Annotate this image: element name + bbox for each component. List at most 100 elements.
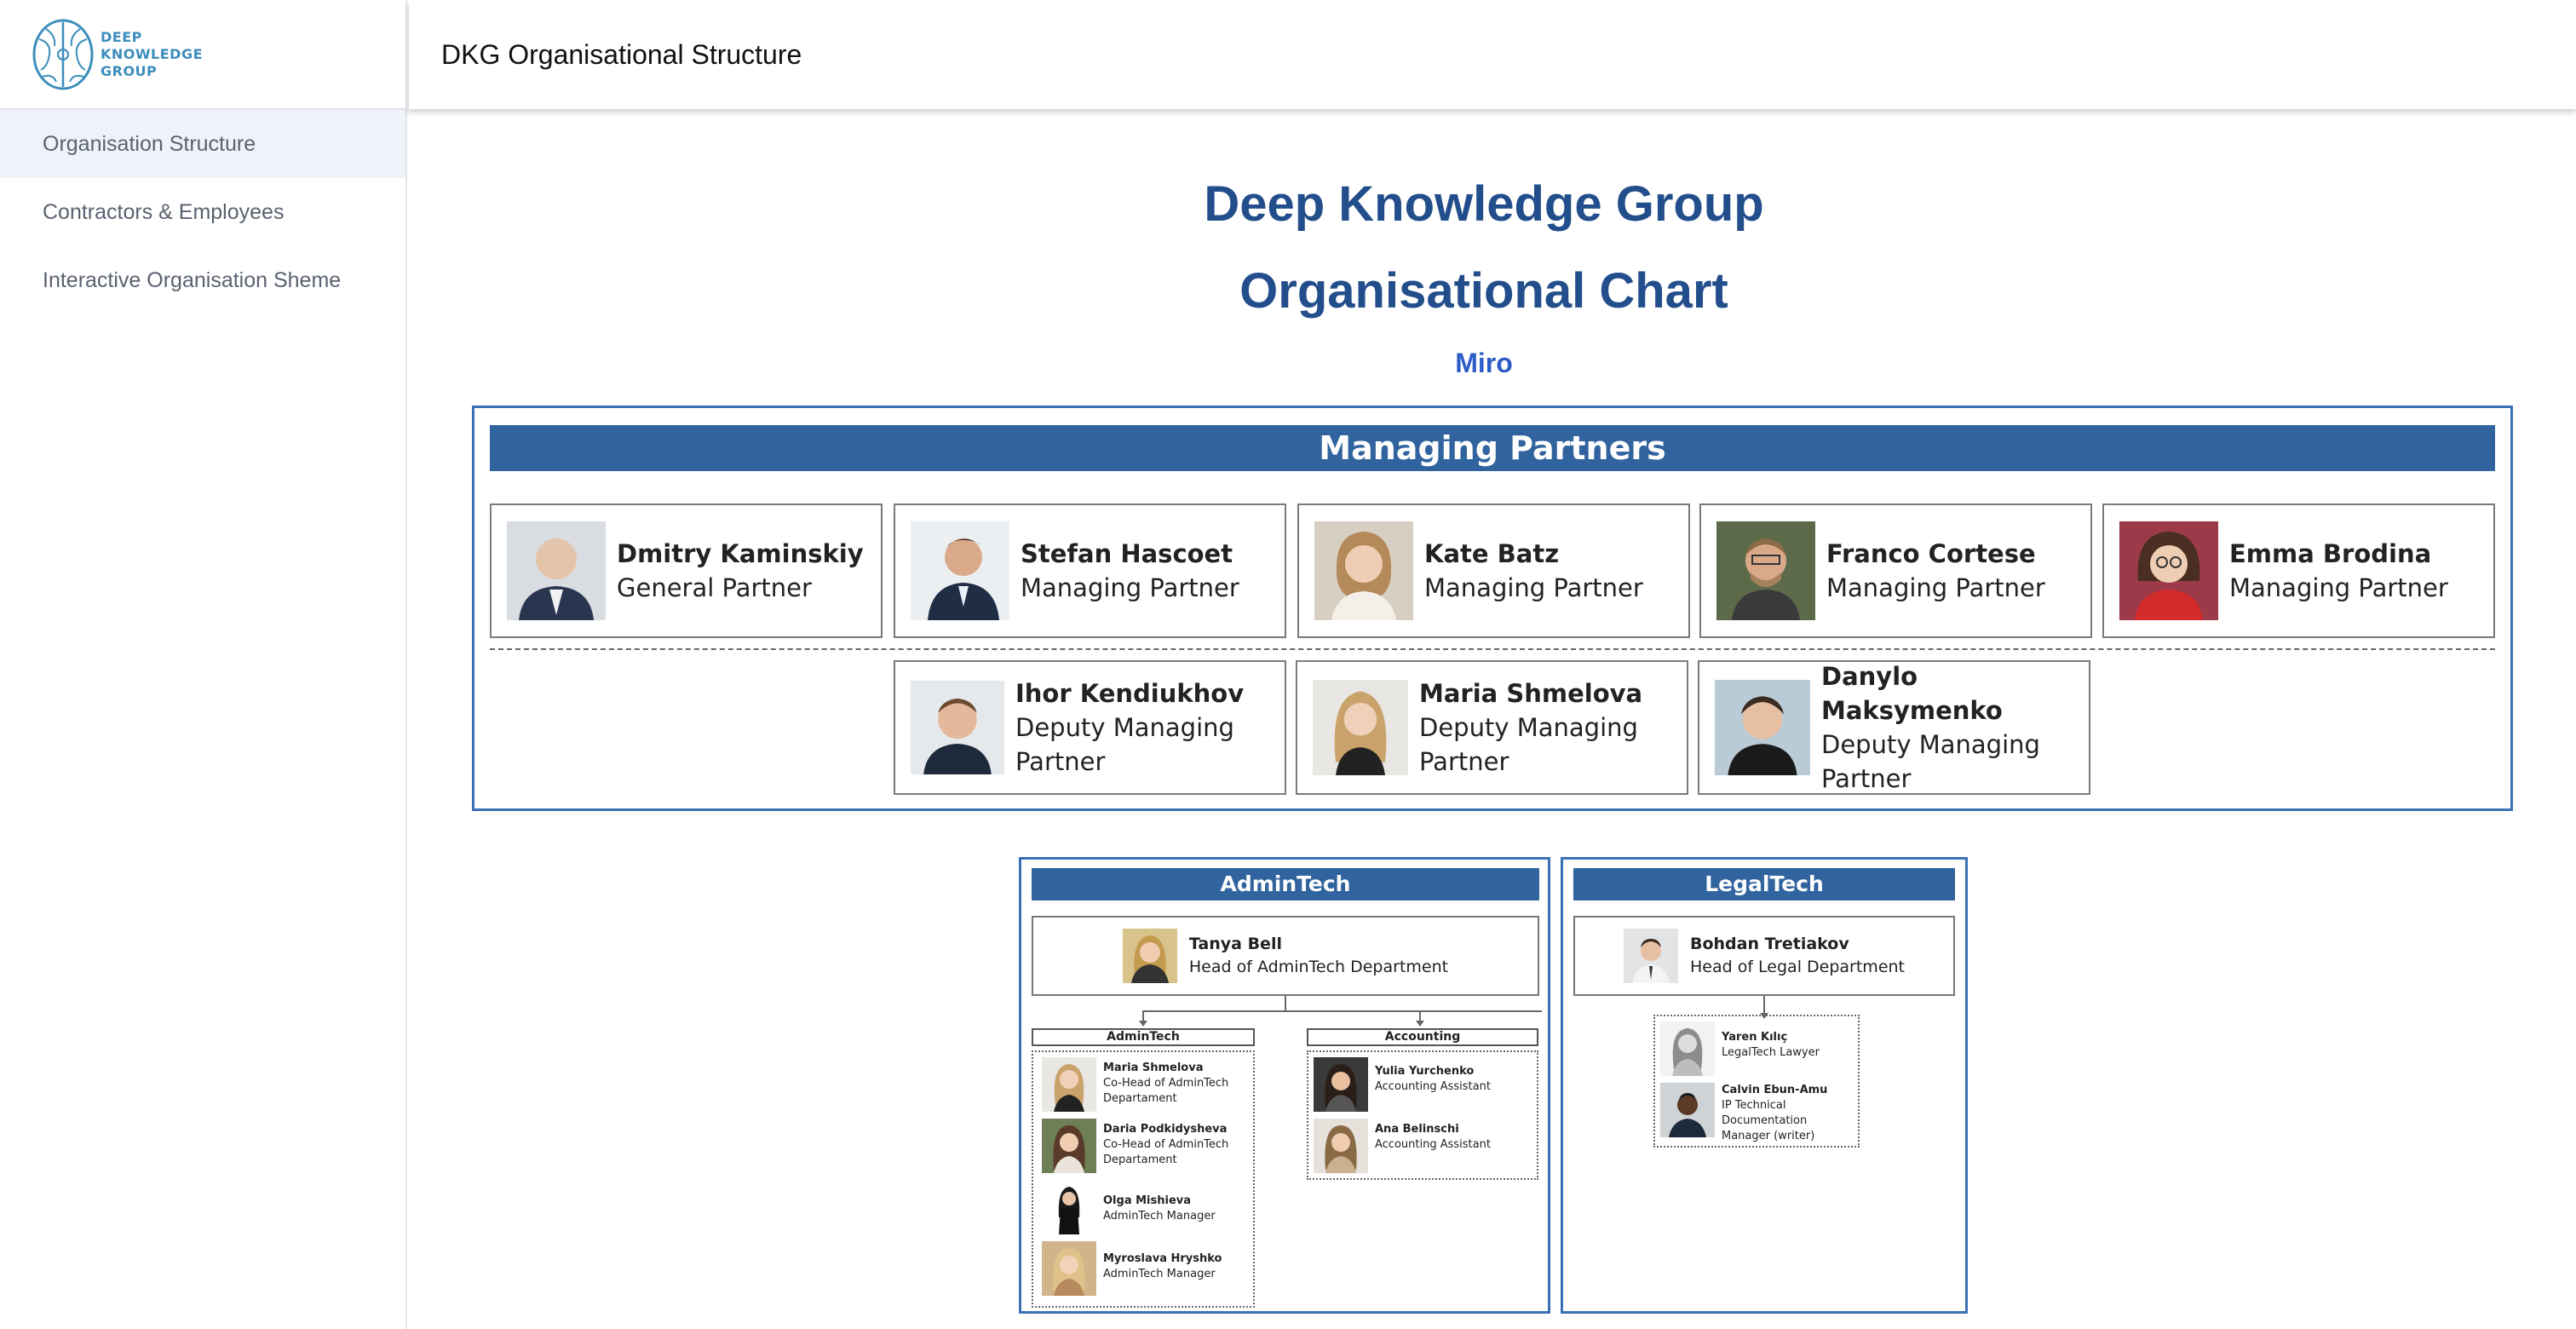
brand-logo[interactable]: DEEP KNOWLEDGE GROUP [0,0,407,109]
admintech-subteam-label: AdminTech [1032,1028,1255,1046]
partner-name: Dmitry Kaminskiy [617,539,864,568]
team-member: Daria Podkidysheva Co-Head of AdminTech D… [1042,1119,1239,1173]
member-name: Calvin Ebun-Amu [1722,1084,1828,1096]
member-name: Myroslava Hryshko [1103,1252,1222,1265]
partner-name: Stefan Hascoet [1021,539,1233,568]
person-photo-icon [1042,1241,1096,1296]
admintech-team-group: Maria Shmelova Co-Head of AdminTech Depar… [1032,1050,1255,1308]
team-member: Yaren Kılıç LegalTech Lawyer [1660,1021,1849,1076]
team-member: Olga Mishieva AdminTech Manager [1042,1180,1239,1234]
team-member: Myroslava Hryshko AdminTech Manager [1042,1241,1239,1296]
top-header: DKG Organisational Structure [409,0,2576,109]
person-photo-icon [2119,521,2218,620]
partner-role: Managing Partner [1424,573,1643,602]
managing-partners-banner: Managing Partners [490,425,2495,471]
person-photo-icon [1716,521,1815,620]
sidebar-item-organisation-structure[interactable]: Organisation Structure [0,110,405,178]
team-member: Calvin Ebun-Amu IP Technical Documentatio… [1660,1083,1849,1144]
partner-role: Managing Partner [2229,573,2448,602]
member-role: AdminTech Manager [1103,1268,1216,1280]
person-photo-icon [1660,1083,1715,1137]
document-title-line-2: Organisational Chart [1239,263,1728,319]
member-name: Olga Mishieva [1103,1194,1192,1207]
member-role: IP Technical Documentation Manager (writ… [1722,1099,1815,1142]
person-photo-icon [1313,680,1408,775]
brand-line-1: DEEP [101,28,142,45]
connector-line [1763,996,1765,1013]
miro-link[interactable]: Miro [409,348,2559,379]
connector-line [1142,1010,1542,1012]
member-role: LegalTech Lawyer [1722,1046,1820,1059]
head-name: Tanya Bell [1188,935,1282,953]
sidebar-item-label: Contractors & Employees [43,199,285,224]
partner-name: Kate Batz [1424,539,1560,568]
person-photo-icon [1623,929,1678,983]
person-photo-icon [1042,1180,1096,1234]
brand-line-3: GROUP [101,62,158,79]
deputy-card: Maria Shmelova Deputy Managing Partner [1296,660,1688,795]
partner-card: Kate Batz Managing Partner [1297,503,1690,638]
partner-card: Franco Cortese Managing Partner [1699,503,2092,638]
sidebar-item-interactive-scheme[interactable]: Interactive Organisation Sheme [0,246,405,314]
person-photo-icon [1314,1119,1368,1173]
legaltech-team-group: Yaren Kılıç LegalTech Lawyer Calvin Ebun-… [1653,1015,1860,1148]
person-photo-icon [1660,1021,1715,1076]
connector-line [1419,1010,1421,1021]
arrow-down-icon [1139,1021,1147,1027]
partner-card: Stefan Hascoet Managing Partner [894,503,1286,638]
member-name: Yaren Kılıç [1722,1031,1788,1044]
person-photo-icon [1715,680,1810,775]
head-role: Head of AdminTech Department [1188,958,1449,976]
sidebar-item-contractors-employees[interactable]: Contractors & Employees [0,178,405,246]
deputy-role: Deputy Managing Partner [1015,713,1234,776]
brand-name: DEEP KNOWLEDGE GROUP [101,29,203,80]
partner-card: Emma Brodina Managing Partner [2102,503,2495,638]
member-name: Daria Podkidysheva [1103,1123,1228,1136]
admintech-department-frame: AdminTech Tanya Bell Head of AdminTech De… [1019,857,1550,1314]
member-role: AdminTech Manager [1103,1210,1216,1223]
partner-role: General Partner [617,573,812,602]
connector-line [1142,1010,1144,1021]
head-name: Bohdan Tretiakov [1689,935,1849,953]
partners-divider [490,648,2495,650]
brain-logo-icon [32,19,94,89]
deputy-role: Deputy Managing Partner [1821,730,2040,793]
team-member: Ana Belinschi Accounting Assistant [1314,1119,1528,1173]
legaltech-department-frame: LegalTech Bohdan Tretiakov Head of Legal … [1561,857,1968,1314]
member-role: Accounting Assistant [1375,1080,1491,1093]
partner-role: Managing Partner [1826,573,2045,602]
member-role: Accounting Assistant [1375,1138,1491,1151]
arrow-down-icon [1416,1021,1424,1027]
partner-card: Dmitry Kaminskiy General Partner [490,503,883,638]
legaltech-head-card: Bohdan Tretiakov Head of Legal Department [1573,916,1955,996]
deputy-name: Maria Shmelova [1419,679,1643,708]
person-photo-icon [1042,1119,1096,1173]
managing-partners-frame: Managing Partners Dmitry Kaminskiy Genera… [472,406,2513,811]
accounting-team-group: Yulia Yurchenko Accounting Assistant Ana … [1307,1050,1538,1180]
partner-name: Franco Cortese [1826,539,2036,568]
legaltech-banner: LegalTech [1573,868,1955,900]
brand-line-2: KNOWLEDGE [101,45,204,62]
person-photo-icon [1314,521,1413,620]
member-name: Maria Shmelova [1103,1061,1204,1074]
team-member: Maria Shmelova Co-Head of AdminTech Depar… [1042,1057,1239,1112]
admintech-banner: AdminTech [1032,868,1539,900]
team-member: Yulia Yurchenko Accounting Assistant [1314,1057,1528,1112]
deputy-name: Ihor Kendiukhov [1015,679,1245,708]
partner-name: Emma Brodina [2229,539,2432,568]
member-role: Co-Head of AdminTech Departament [1103,1077,1229,1105]
member-name: Ana Belinschi [1375,1123,1459,1136]
partner-role: Managing Partner [1021,573,1239,602]
person-photo-icon [507,521,606,620]
member-role: Co-Head of AdminTech Departament [1103,1138,1229,1166]
deputy-role: Deputy Managing Partner [1419,713,1638,776]
person-photo-icon [911,681,1004,774]
accounting-subteam-label: Accounting [1307,1028,1538,1046]
deputy-card: Danylo Maksymenko Deputy Managing Partner [1698,660,2090,795]
person-photo-icon [911,521,1009,620]
document-title-line-1: Deep Knowledge Group [1204,176,1764,232]
connector-line [1285,996,1286,1011]
head-role: Head of Legal Department [1689,958,1905,976]
person-photo-icon [1122,929,1177,983]
sidebar-item-label: Interactive Organisation Sheme [43,268,342,292]
